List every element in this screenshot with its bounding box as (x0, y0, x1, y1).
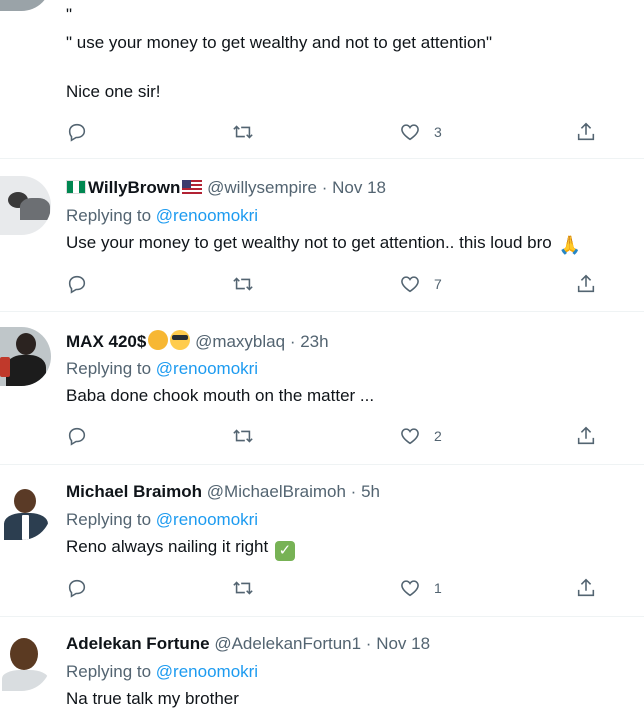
like-button[interactable]: 1 (399, 576, 442, 600)
avatar[interactable] (0, 0, 51, 11)
tweet-text: Reno always nailing it right (66, 537, 269, 556)
separator-dot: · (365, 634, 372, 653)
mention-link[interactable]: @renoomokri (156, 662, 258, 681)
steam-face-icon (148, 330, 169, 350)
replying-to: Replying to @renoomokri (66, 661, 258, 683)
reply-button[interactable] (66, 272, 88, 296)
like-count: 1 (434, 580, 442, 596)
reply-button[interactable] (66, 424, 88, 448)
share-icon (577, 426, 595, 445)
sunglasses-face-icon (170, 330, 191, 350)
tweet-text: Use your money to get wealthy not to get… (66, 233, 552, 252)
separator-dot: · (289, 332, 296, 351)
reply-button[interactable] (66, 120, 88, 144)
reply-icon (68, 275, 86, 294)
user-handle[interactable]: @MichaelBraimoh (207, 482, 346, 501)
tweet-text: Baba done chook mouth on the matter ... (66, 386, 375, 405)
like-button[interactable]: 2 (399, 424, 442, 448)
separator-dot: · (321, 178, 328, 197)
tweet-actions: 2 (66, 424, 606, 448)
replying-label: Replying to (66, 359, 152, 378)
tweet-body: Use your money to get wealthy not to get… (66, 232, 581, 255)
display-name[interactable]: Michael Braimoh (66, 482, 202, 501)
retweet-icon (233, 581, 253, 595)
tweet-header: MAX 420$ @maxyblaq · 23h (66, 330, 329, 353)
heart-icon (401, 580, 419, 597)
timestamp[interactable]: Nov 18 (376, 634, 430, 653)
tweet[interactable]: MAX 420$ @maxyblaq · 23h Replying to @re… (0, 312, 644, 465)
us-flag-icon (182, 180, 203, 194)
tweet[interactable]: WillyBrown @willysempire · Nov 18 Replyi… (0, 159, 644, 312)
avatar[interactable] (0, 176, 51, 235)
tweet-text: " use your money to get wealthy and not … (66, 33, 493, 52)
tweet-header: Adelekan Fortune @AdelekanFortun1 · Nov … (66, 633, 430, 655)
heart-icon (401, 276, 419, 293)
timestamp[interactable]: 23h (300, 332, 328, 351)
mention-link[interactable]: @renoomokri (156, 510, 258, 529)
like-button[interactable]: 3 (399, 120, 442, 144)
retweet-icon (233, 125, 253, 139)
share-icon (577, 578, 595, 597)
replying-label: Replying to (66, 662, 152, 681)
like-button[interactable]: 7 (399, 272, 442, 296)
replying-to: Replying to @renoomokri (66, 509, 258, 531)
share-button[interactable] (575, 272, 597, 296)
tweet-body: Reno always nailing it right ✓ (66, 536, 295, 561)
reply-icon (68, 427, 86, 446)
timestamp[interactable]: Nov 18 (332, 178, 386, 197)
tweet-actions: 1 (66, 576, 606, 600)
share-icon (577, 274, 595, 293)
share-icon (577, 122, 595, 141)
reply-icon (68, 579, 86, 598)
avatar[interactable] (0, 632, 51, 691)
tweet[interactable]: Michael Braimoh @MichaelBraimoh · 5h Rep… (0, 465, 644, 617)
retweet-button[interactable] (232, 576, 254, 600)
tweet[interactable]: " " use your money to get wealthy and no… (0, 0, 644, 159)
check-mark-icon: ✓ (274, 541, 295, 561)
separator-dot: · (350, 482, 357, 501)
like-count: 2 (434, 428, 442, 444)
avatar[interactable] (0, 327, 51, 386)
timestamp[interactable]: 5h (361, 482, 380, 501)
retweet-icon (233, 277, 253, 291)
replying-label: Replying to (66, 510, 152, 529)
share-button[interactable] (575, 424, 597, 448)
reply-icon (68, 123, 86, 142)
tweet-text: Na true talk my brother (66, 689, 239, 708)
replying-to: Replying to @renoomokri (66, 358, 258, 380)
retweet-button[interactable] (232, 272, 254, 296)
share-button[interactable] (575, 576, 597, 600)
tweet-text: Nice one sir! (66, 82, 161, 101)
user-handle[interactable]: @maxyblaq (195, 332, 285, 351)
retweet-icon (233, 429, 253, 443)
tweet-text: " (66, 5, 73, 24)
display-name[interactable]: MAX 420$ (66, 332, 146, 351)
user-handle[interactable]: @willysempire (207, 178, 317, 197)
like-count: 3 (434, 124, 442, 140)
share-button[interactable] (575, 120, 597, 144)
mention-link[interactable]: @renoomokri (156, 359, 258, 378)
tweet[interactable]: Adelekan Fortune @AdelekanFortun1 · Nov … (0, 617, 644, 722)
tweet-header: Michael Braimoh @MichaelBraimoh · 5h (66, 481, 380, 503)
like-count: 7 (434, 276, 442, 292)
avatar[interactable] (0, 481, 51, 540)
heart-icon (401, 428, 419, 445)
user-handle[interactable]: @AdelekanFortun1 (214, 634, 361, 653)
replying-label: Replying to (66, 206, 152, 225)
retweet-button[interactable] (232, 120, 254, 144)
mention-link[interactable]: @renoomokri (156, 206, 258, 225)
retweet-button[interactable] (232, 424, 254, 448)
replying-to: Replying to @renoomokri (66, 205, 258, 227)
heart-icon (401, 124, 419, 141)
tweet-actions: 3 (66, 120, 606, 144)
display-name[interactable]: WillyBrown (88, 178, 180, 197)
tweet-actions: 7 (66, 272, 606, 296)
display-name[interactable]: Adelekan Fortune (66, 634, 210, 653)
nigeria-flag-icon (66, 180, 86, 194)
tweet-header: WillyBrown @willysempire · Nov 18 (66, 177, 386, 199)
praying-hands-icon: 🙏 (558, 235, 581, 255)
reply-button[interactable] (66, 576, 88, 600)
